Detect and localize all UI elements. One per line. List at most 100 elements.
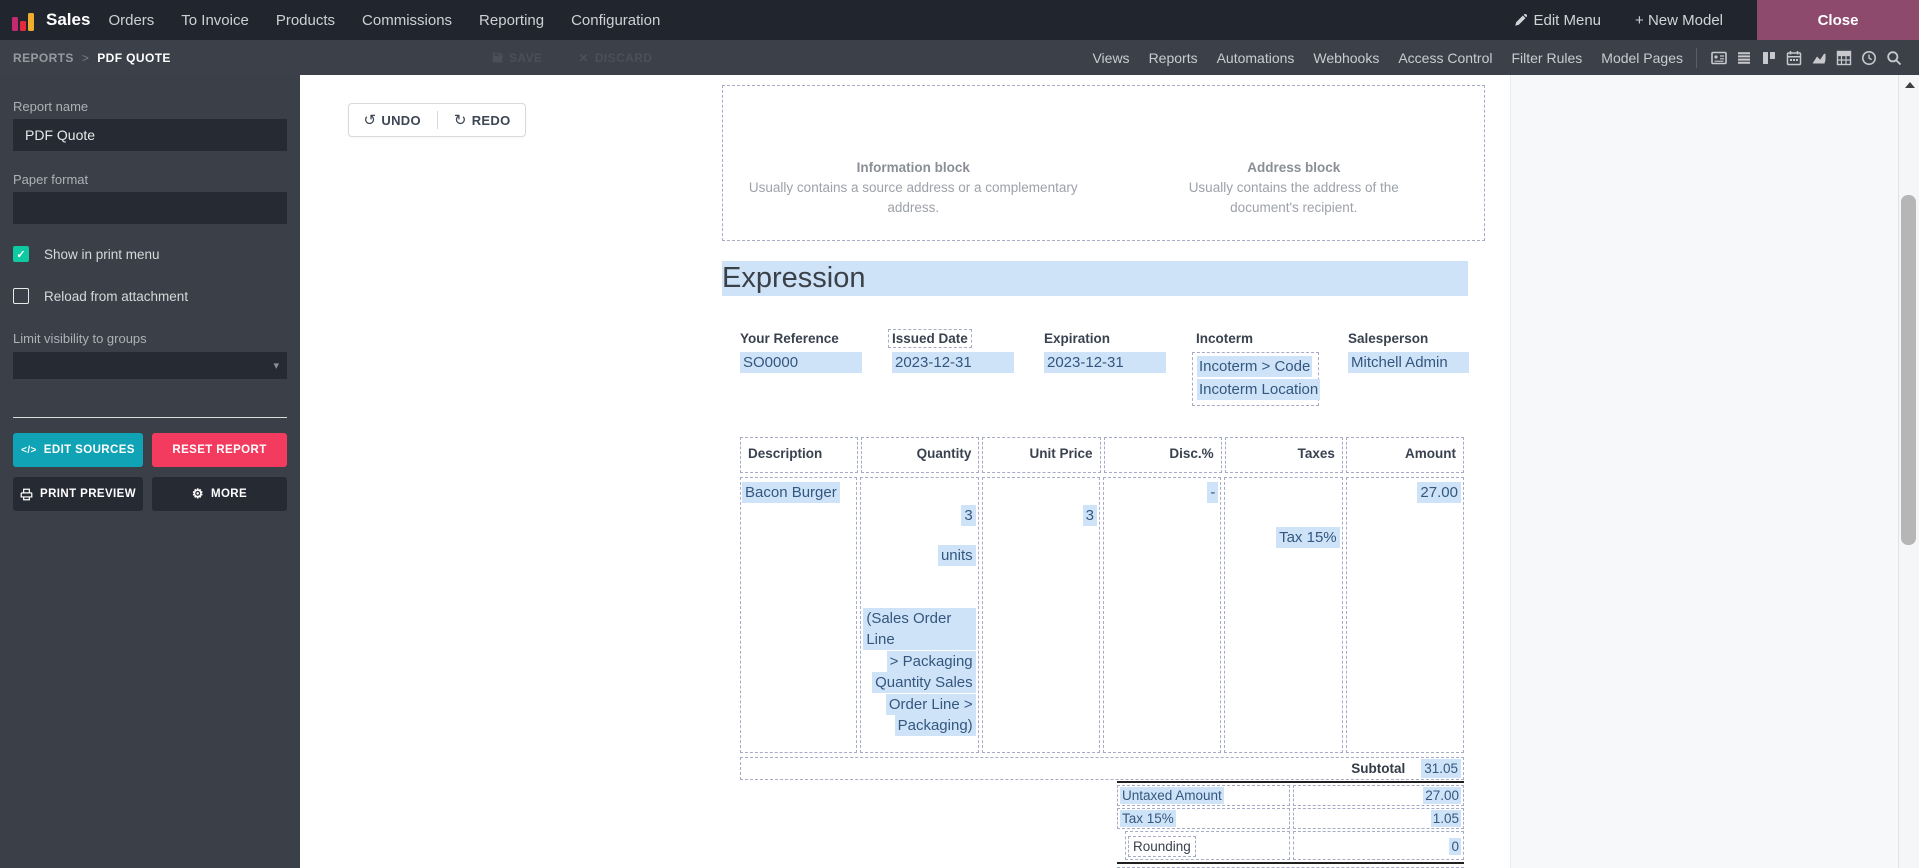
list-view-icon[interactable]	[1735, 49, 1753, 67]
reload-from-attachment-row: Reload from attachment	[13, 288, 188, 304]
field-expiration[interactable]: Expiration 2023-12-31	[1044, 330, 1166, 373]
menu-item-to-invoice[interactable]: To Invoice	[181, 12, 249, 29]
cell-unit-price[interactable]: 3	[981, 477, 1100, 753]
reset-report-button[interactable]: RESET REPORT	[152, 433, 287, 467]
amount-expression[interactable]: 27.00	[1417, 482, 1461, 503]
calendar-view-icon[interactable]	[1785, 49, 1803, 67]
tab-views[interactable]: Views	[1092, 50, 1129, 66]
taxes-expression[interactable]: Tax 15%	[1276, 527, 1340, 548]
tab-model-pages[interactable]: Model Pages	[1601, 50, 1683, 66]
limit-visibility-label: Limit visibility to groups	[13, 331, 147, 346]
header-unit-price[interactable]: Unit Price	[982, 437, 1101, 473]
app-name[interactable]: Sales	[46, 10, 90, 30]
studio-toolbar: REPORTS > PDF QUOTE SAVE ✕ DISCARD Views…	[0, 40, 1919, 75]
rounding-row[interactable]: Rounding 0	[1117, 831, 1464, 860]
tab-webhooks[interactable]: Webhooks	[1313, 50, 1379, 66]
reload-from-attachment-checkbox[interactable]	[13, 288, 29, 304]
packaging-expression[interactable]: (Sales Order Line > Packaging Quantity S…	[863, 608, 976, 737]
header-blocks[interactable]: Information block Usually contains a sou…	[722, 85, 1485, 241]
show-in-print-menu-checkbox[interactable]: ✓	[13, 246, 29, 262]
field-incoterm[interactable]: Incoterm Incoterm > Code Incoterm Locati…	[1192, 330, 1321, 406]
tab-access-control[interactable]: Access Control	[1398, 50, 1492, 66]
cell-description[interactable]: Bacon Burger	[740, 477, 858, 753]
untaxed-amount-row[interactable]: Untaxed Amount 27.00	[1117, 785, 1464, 806]
address-block[interactable]: Address block Usually contains the addre…	[1104, 158, 1485, 240]
cell-taxes[interactable]: Tax 15%	[1224, 477, 1343, 753]
more-button[interactable]: ⚙ MORE	[152, 477, 287, 511]
field-value[interactable]: SO0000	[740, 352, 862, 373]
tab-automations[interactable]: Automations	[1217, 50, 1295, 66]
incoterm-location[interactable]: Incoterm Location	[1197, 379, 1321, 400]
pivot-view-icon[interactable]	[1835, 49, 1853, 67]
unit-price-expression[interactable]: 3	[1082, 505, 1097, 526]
undo-redo-divider	[436, 111, 438, 129]
graph-view-icon[interactable]	[1810, 49, 1828, 67]
field-your-reference[interactable]: Your Reference SO0000	[740, 330, 862, 373]
quantity-unit-expression[interactable]: units	[937, 545, 976, 566]
untaxed-amount-value-cell[interactable]: 27.00	[1293, 785, 1464, 806]
discard-button-disabled[interactable]: ✕ DISCARD	[578, 51, 652, 65]
close-button[interactable]: Close	[1757, 0, 1919, 40]
save-icon	[492, 52, 503, 63]
incoterm-code[interactable]: Incoterm > Code	[1197, 356, 1313, 377]
odoo-sales-logo-icon[interactable]	[12, 9, 36, 31]
activity-view-icon[interactable]	[1860, 49, 1878, 67]
menu-item-products[interactable]: Products	[276, 12, 335, 29]
save-button-disabled[interactable]: SAVE	[492, 51, 542, 65]
header-taxes[interactable]: Taxes	[1224, 437, 1343, 473]
limit-visibility-select[interactable]: ▾	[13, 352, 287, 379]
paper-format-input[interactable]	[13, 192, 287, 224]
cell-quantity[interactable]: 3 units (Sales Order Line > Packaging Qu…	[860, 477, 979, 753]
incoterm-expression-box[interactable]: Incoterm > Code Incoterm Location	[1192, 352, 1321, 406]
redo-icon: ↻	[453, 112, 467, 129]
header-quantity[interactable]: Quantity	[861, 437, 980, 473]
scrollbar-up-arrow-icon[interactable]	[1905, 82, 1915, 88]
tax-row[interactable]: Tax 15% 1.05	[1117, 808, 1464, 829]
quantity-expression[interactable]: 3	[961, 505, 976, 526]
menu-item-configuration[interactable]: Configuration	[571, 12, 660, 29]
address-block-description: Usually contains the address of the docu…	[1188, 180, 1399, 215]
information-block[interactable]: Information block Usually contains a sou…	[723, 158, 1104, 240]
field-issued-date[interactable]: Issued Date 2023-12-31	[888, 329, 1014, 373]
rounding-value-cell[interactable]: 0	[1293, 831, 1464, 860]
undo-button[interactable]: ↺ UNDO	[364, 111, 421, 129]
breadcrumb-reports[interactable]: REPORTS	[13, 51, 74, 65]
print-preview-button[interactable]: PRINT PREVIEW	[13, 477, 143, 511]
subtotal-value-expression[interactable]: 31.05	[1421, 759, 1461, 778]
kanban-view-icon[interactable]	[1760, 49, 1778, 67]
field-salesperson[interactable]: Salesperson Mitchell Admin	[1348, 330, 1469, 373]
top-navbar: Sales Orders To Invoice Products Commiss…	[0, 0, 1919, 40]
header-amount[interactable]: Amount	[1345, 437, 1465, 473]
edit-sources-button[interactable]: </> EDIT SOURCES	[13, 433, 143, 467]
field-value[interactable]: Mitchell Admin	[1348, 352, 1469, 373]
rounding-label-cell[interactable]: Rounding	[1125, 831, 1290, 860]
menu-item-orders[interactable]: Orders	[108, 12, 154, 29]
cell-amount[interactable]: 27.00	[1345, 477, 1464, 753]
field-label: Salesperson	[1348, 331, 1429, 346]
header-discount[interactable]: Disc.%	[1103, 437, 1222, 473]
cell-discount[interactable]: -	[1102, 477, 1222, 753]
search-icon[interactable]	[1885, 49, 1903, 67]
toolbar-separator	[1696, 47, 1697, 68]
field-value[interactable]: 2023-12-31	[1044, 352, 1166, 373]
redo-button[interactable]: ↻ REDO	[454, 111, 511, 129]
description-expression[interactable]: Bacon Burger	[742, 482, 840, 503]
discount-expression[interactable]: -	[1207, 482, 1219, 503]
tax-label-cell[interactable]: Tax 15%	[1117, 808, 1290, 829]
subtotal-row[interactable]: Subtotal 31.05	[740, 757, 1464, 780]
field-value[interactable]: 2023-12-31	[892, 352, 1014, 373]
document-title-expression[interactable]: Expression	[722, 261, 1468, 296]
tab-filter-rules[interactable]: Filter Rules	[1511, 50, 1582, 66]
new-model-button[interactable]: + New Model	[1635, 12, 1723, 29]
chevron-down-icon: ▾	[273, 360, 279, 372]
menu-item-commissions[interactable]: Commissions	[362, 12, 452, 29]
untaxed-amount-label-cell[interactable]: Untaxed Amount	[1117, 785, 1290, 806]
report-name-input[interactable]	[13, 119, 287, 151]
menu-item-reporting[interactable]: Reporting	[479, 12, 544, 29]
scrollbar-thumb[interactable]	[1901, 195, 1916, 545]
tab-reports[interactable]: Reports	[1149, 50, 1198, 66]
tax-value-cell[interactable]: 1.05	[1293, 808, 1464, 829]
form-view-icon[interactable]	[1710, 49, 1728, 67]
header-description[interactable]: Description	[740, 437, 859, 473]
edit-menu-button[interactable]: Edit Menu	[1514, 12, 1601, 29]
